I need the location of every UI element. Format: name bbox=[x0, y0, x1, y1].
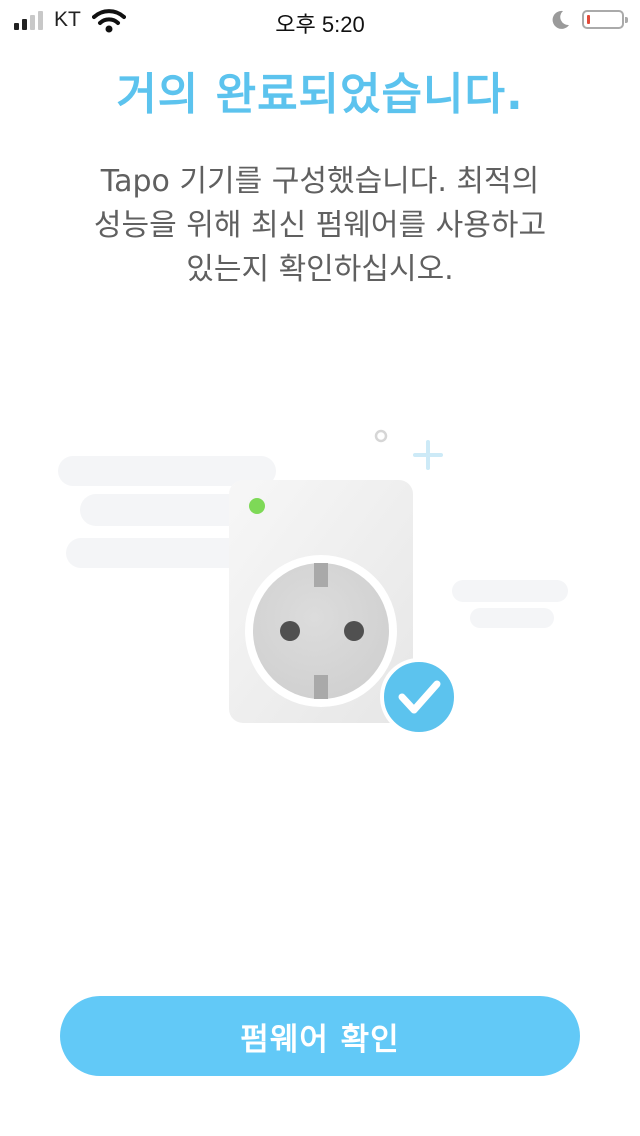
status-time: 오후 5:20 bbox=[275, 12, 365, 37]
status-led bbox=[249, 498, 265, 514]
battery-icon bbox=[582, 10, 628, 29]
smart-plug-illustration bbox=[58, 429, 568, 736]
page-title: 거의 완료되었습니다. bbox=[116, 69, 524, 120]
check-firmware-button[interactable]: 펌웨어 확인 bbox=[60, 996, 580, 1076]
sparkle-circle-icon bbox=[374, 429, 388, 443]
description-line: Tapo 기기를 구성했습니다. 최적의 bbox=[100, 164, 540, 199]
do-not-disturb-moon-icon bbox=[552, 10, 569, 29]
status-bar: KT 오후 5:20 bbox=[0, 0, 640, 40]
description-line: 성능을 위해 최신 펌웨어를 사용하고 bbox=[93, 208, 547, 243]
sparkle-plus-icon bbox=[413, 440, 443, 470]
cloud-decoration-right bbox=[452, 580, 568, 628]
check-badge bbox=[380, 658, 458, 736]
setup-description: Tapo 기기를 구성했습니다. 최적의 성능을 위해 최신 펌웨어를 사용하고… bbox=[70, 160, 570, 292]
description-line: 있는지 확인하십시오. bbox=[186, 252, 454, 287]
